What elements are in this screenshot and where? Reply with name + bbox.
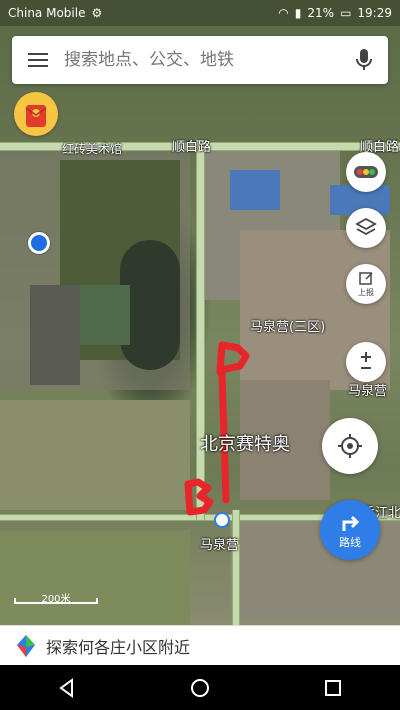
label-gallery[interactable]: 红砖美术馆 [62,140,122,157]
menu-icon[interactable] [12,36,64,84]
route-label: 路线 [339,535,361,549]
red-envelope-icon[interactable] [14,92,58,136]
label-station[interactable]: 马泉营 [200,534,239,553]
layers-button[interactable] [346,208,386,248]
explore-bar[interactable]: 探索何各庄小区附近 [0,625,400,665]
status-bar: China Mobile ⚙ ◠ ▮ 21% ▭ 19:29 [0,0,400,26]
route-button[interactable]: 路线 [320,500,380,560]
report-label: 上报 [358,288,374,297]
app-logo-icon [17,634,35,657]
battery-level: 21% [307,6,335,20]
map-scale: 200米 [14,590,98,605]
locate-button[interactable] [322,418,378,474]
wifi-icon: ◠ [278,6,289,20]
signal-icon: ▮ [294,6,302,20]
p-mark-shape [216,341,250,376]
label-district-right[interactable]: 马泉营 [348,380,387,399]
explore-hint: 探索何各庄小区附近 [46,637,191,657]
microphone-icon[interactable] [340,36,388,84]
carrier-name: China Mobile [8,6,86,20]
search-bar[interactable] [12,36,388,84]
layers-icon [355,217,377,236]
b-mark-shape [184,478,214,516]
clock: 19:29 [357,6,392,20]
search-input[interactable] [64,50,340,70]
zoom-button[interactable] [346,342,386,382]
label-district[interactable]: 马泉营(三区) [250,316,325,335]
recents-icon[interactable] [322,677,344,699]
report-icon [359,272,373,285]
zoom-icon [361,352,371,369]
back-icon[interactable] [56,677,78,699]
metro-station-icon [214,512,230,528]
crosshair-icon [338,434,362,458]
system-nav-bar [0,665,400,710]
notification-icon: ⚙ [91,6,103,20]
label-school[interactable]: 北京赛特奥 [200,430,290,456]
report-button[interactable]: 上报 [346,264,386,304]
battery-icon: ▭ [340,6,352,20]
scale-bar [14,598,98,604]
home-icon[interactable] [189,677,211,699]
turn-arrow-icon [342,515,360,531]
traffic-icon [354,166,378,178]
label-road-left: 顺白路 [172,140,212,155]
current-location-marker [28,232,50,254]
traffic-button[interactable] [346,152,386,192]
